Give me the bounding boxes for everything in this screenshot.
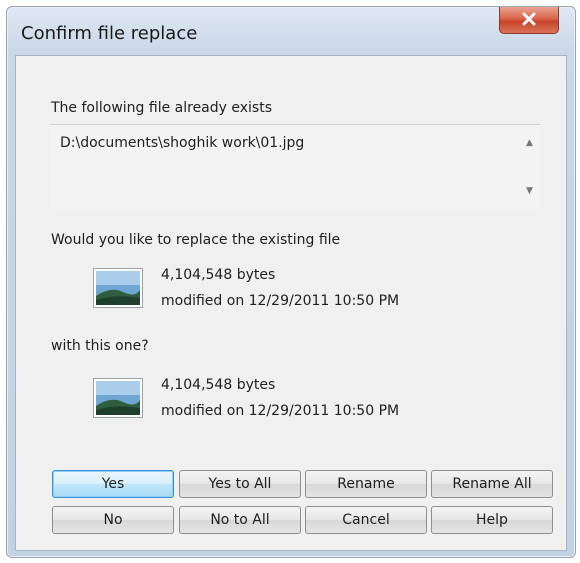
file-path: D:\documents\shoghik work\01.jpg xyxy=(60,135,305,151)
image-file-icon xyxy=(93,268,143,308)
rename-all-button[interactable]: Rename All xyxy=(431,470,553,498)
existing-file-modified: modified on 12/29/2011 10:50 PM xyxy=(161,293,400,309)
close-icon xyxy=(522,12,536,26)
dialog-body: The following file already exists D:\doc… xyxy=(15,55,567,551)
path-scrollbar[interactable]: ▲ ▼ xyxy=(522,125,540,209)
dialog-title: Confirm file replace xyxy=(21,23,198,44)
existing-file-info: 4,104,548 bytes modified on 12/29/2011 1… xyxy=(161,262,399,314)
close-button[interactable] xyxy=(499,7,559,34)
yes-button[interactable]: Yes xyxy=(52,470,174,498)
replace-question-label: Would you like to replace the existing f… xyxy=(51,232,341,248)
title-bar[interactable]: Confirm file replace xyxy=(7,7,575,55)
yes-to-all-button[interactable]: Yes to All xyxy=(179,470,301,498)
with-this-one-label: with this one? xyxy=(51,338,149,354)
rename-button[interactable]: Rename xyxy=(305,470,427,498)
scroll-down-arrow-icon[interactable]: ▼ xyxy=(526,187,533,196)
image-file-icon xyxy=(93,378,143,418)
confirm-file-replace-dialog: Confirm file replace The following file … xyxy=(6,6,576,558)
no-to-all-button[interactable]: No to All xyxy=(179,506,301,534)
no-button[interactable]: No xyxy=(52,506,174,534)
help-button[interactable]: Help xyxy=(431,506,553,534)
file-exists-label: The following file already exists xyxy=(51,100,272,116)
new-file-modified: modified on 12/29/2011 10:50 PM xyxy=(161,403,400,419)
existing-file-size: 4,104,548 bytes xyxy=(161,267,276,283)
new-file-size: 4,104,548 bytes xyxy=(161,377,276,393)
cancel-button[interactable]: Cancel xyxy=(305,506,427,534)
file-path-box[interactable]: D:\documents\shoghik work\01.jpg ▲ ▼ xyxy=(50,124,540,209)
scroll-up-arrow-icon[interactable]: ▲ xyxy=(526,139,533,148)
new-file-info: 4,104,548 bytes modified on 12/29/2011 1… xyxy=(161,372,399,424)
